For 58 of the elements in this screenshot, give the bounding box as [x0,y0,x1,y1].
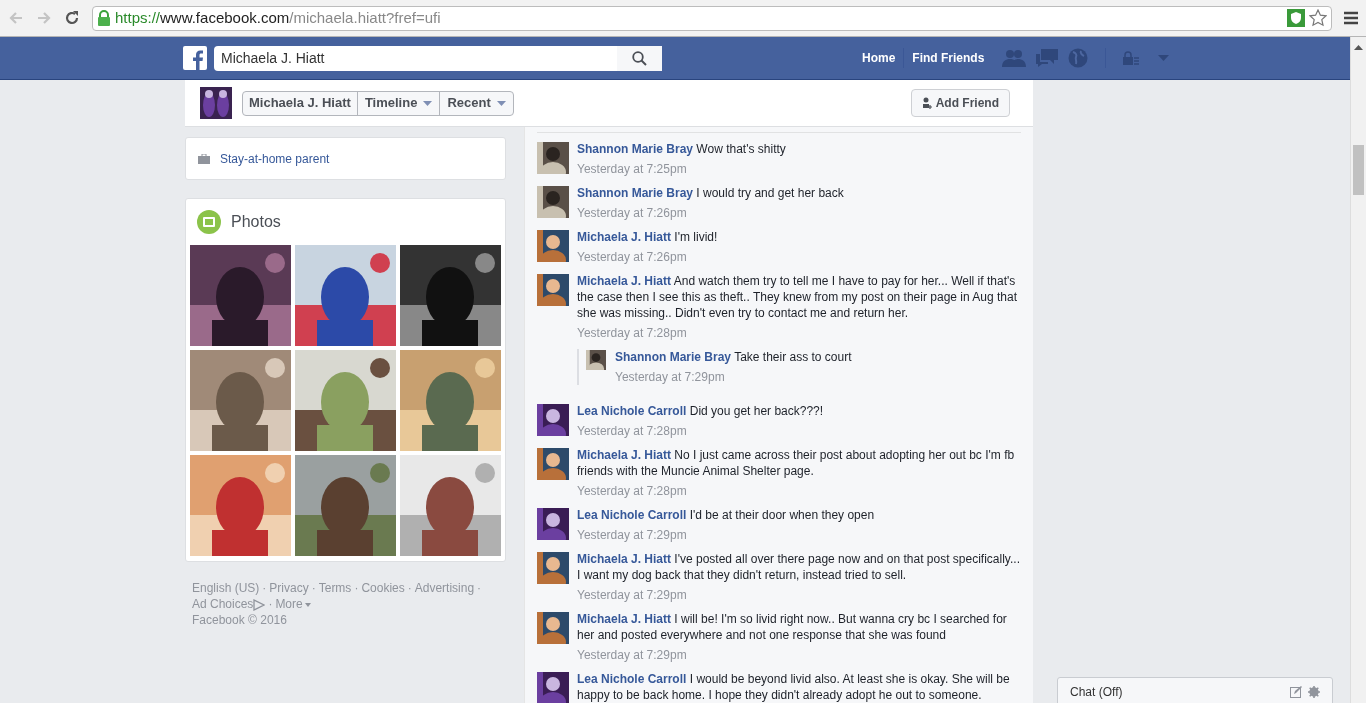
scroll-up-icon[interactable] [1354,45,1363,50]
search-icon[interactable] [632,50,647,66]
separator-dot: · [262,581,267,595]
author-link[interactable]: Lea Nichole Carroll [577,672,687,686]
comment-text: Lea Nichole Carroll Did you get her back???! [577,403,825,419]
nav-link[interactable]: Home [862,49,896,67]
briefcase-icon [198,153,210,164]
separator-dot: · [311,581,316,595]
author-link[interactable]: Lea Nichole Carroll [577,508,687,522]
compose-icon[interactable] [1290,686,1302,698]
author-link[interactable]: Michaela J. Hiatt [577,230,672,244]
author-link[interactable]: Shannon Marie Bray [577,142,694,156]
author-link[interactable]: Michaela J. Hiatt [577,552,672,566]
photos-icon [197,210,221,234]
tab-dropdown[interactable]: Recent [439,91,513,115]
copyright-text: Facebook © 2016 [192,612,288,628]
profile-name-button[interactable]: Michaela J. Hiatt [243,91,357,115]
comment-text: Michaela J. Hiatt I've posted all over there page now and on that post specifically... I want my dog back that they didn't return, instead tried to sell. [577,551,1021,583]
settings-icon[interactable] [1308,686,1320,698]
separator-dot: · [268,597,273,611]
nav-link[interactable]: Find Friends [912,49,985,67]
address-bar[interactable]: https://www.facebook.com/michaela.hiatt?fref=ufi [92,5,1332,31]
author-link[interactable]: Michaela J. Hiatt [577,448,672,462]
star-icon[interactable] [1309,9,1327,27]
caret-icon [304,602,311,607]
comment-text: Michaela J. Hiatt I will be! I'm so livid right now.. But wanna cry bc I searched for her and posted everywhere and not one response that she was found [577,611,1008,643]
comment-text: Shannon Marie Bray I would try and get her back [577,185,845,201]
author-link[interactable]: Lea Nichole Carroll [577,404,687,418]
photos-title[interactable]: Photos [231,210,281,234]
comment-text: Lea Nichole Carroll I would be beyond livid also. At least she is okay. She will be happy to be back home. I hope they didn't already adopt he out to someone. [577,671,1011,703]
author-link[interactable]: Michaela J. Hiatt [577,612,672,626]
shield-icon[interactable] [1287,9,1305,27]
search-field[interactable]: Michaela J. Hiatt [214,45,617,71]
lock-icon [97,10,111,26]
separator-dot: · [477,581,482,595]
work-link[interactable]: Stay-at-home parent [220,149,330,168]
comment-text: Michaela J. Hiatt I'm livid! [577,229,719,245]
separator-dot: · [354,581,359,595]
scrollbar-thumb[interactable] [1353,145,1364,195]
chat-bar[interactable]: Chat (Off) [1057,677,1333,703]
add-person-icon [921,97,932,109]
separator-dot: · [407,581,412,595]
caret-icon [496,100,506,106]
author-link[interactable]: Michaela J. Hiatt [577,274,672,288]
comment-text: Lea Nichole Carroll I'd be at their door when they open [577,507,876,523]
comment-text: Shannon Marie Bray Wow that's shitty [577,141,787,157]
facebook-logo-icon[interactable] [183,46,207,70]
add-friend-button[interactable]: Add Friend [910,89,1010,117]
caret-icon [423,100,433,106]
author-link[interactable]: Shannon Marie Bray [577,186,694,200]
author-link[interactable]: Shannon Marie Bray [615,350,732,364]
comment-text: Shannon Marie Bray Take their ass to court [615,349,853,365]
comment-text: Michaela J. Hiatt And watch them try to tell me I have to pay for her... Well if that's the case then I see this as theft.. They knew from my post on their page in Aug that she was missing.. Didn't even try to contact me and return her. [577,273,1019,321]
reload-icon[interactable] [64,10,80,26]
menu-icon[interactable] [1344,11,1358,25]
comment-text: Michaela J. Hiatt No I just came across their post about adopting her out bc I'm fb friends with the Muncie Animal Shelter page. [577,447,1016,479]
url-text: https://www.facebook.com/michaela.hiatt?fref=ufi [115,7,441,28]
tab-dropdown[interactable]: Timeline [356,91,440,115]
